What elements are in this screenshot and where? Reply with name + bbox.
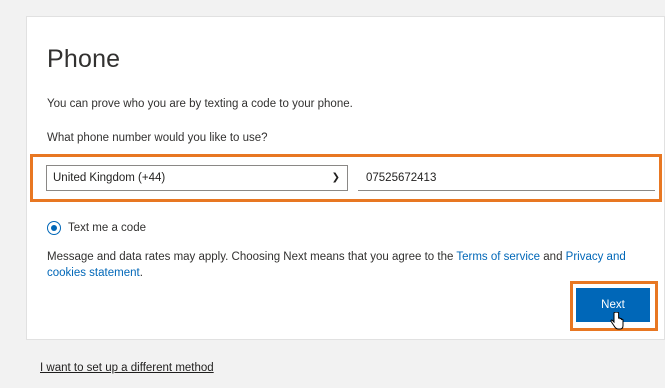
terms-prefix: Message and data rates may apply. Choosi… [47,251,457,263]
page-title: Phone [47,45,121,73]
chevron-down-icon: ❯ [331,172,340,183]
radio-selected-icon[interactable] [47,221,61,235]
phone-number-input[interactable] [358,165,655,191]
text-me-option[interactable]: Text me a code [47,220,146,236]
different-method-link[interactable]: I want to set up a different method [40,362,214,374]
text-me-label: Text me a code [68,222,146,234]
country-code-select[interactable]: United Kingdom (+44) ❯ [46,165,348,191]
terms-statement: Message and data rates may apply. Choosi… [47,249,657,281]
terms-of-service-link[interactable]: Terms of service [456,251,540,263]
phone-setup-card: Phone You can prove who you are by texti… [26,16,665,340]
terms-and: and [540,251,566,263]
terms-suffix: . [139,267,143,279]
hand-cursor-icon [610,312,624,330]
page-description: You can prove who you are by texting a c… [47,98,353,110]
phone-question-label: What phone number would you like to use? [47,132,268,144]
country-code-value: United Kingdom (+44) [53,172,166,184]
